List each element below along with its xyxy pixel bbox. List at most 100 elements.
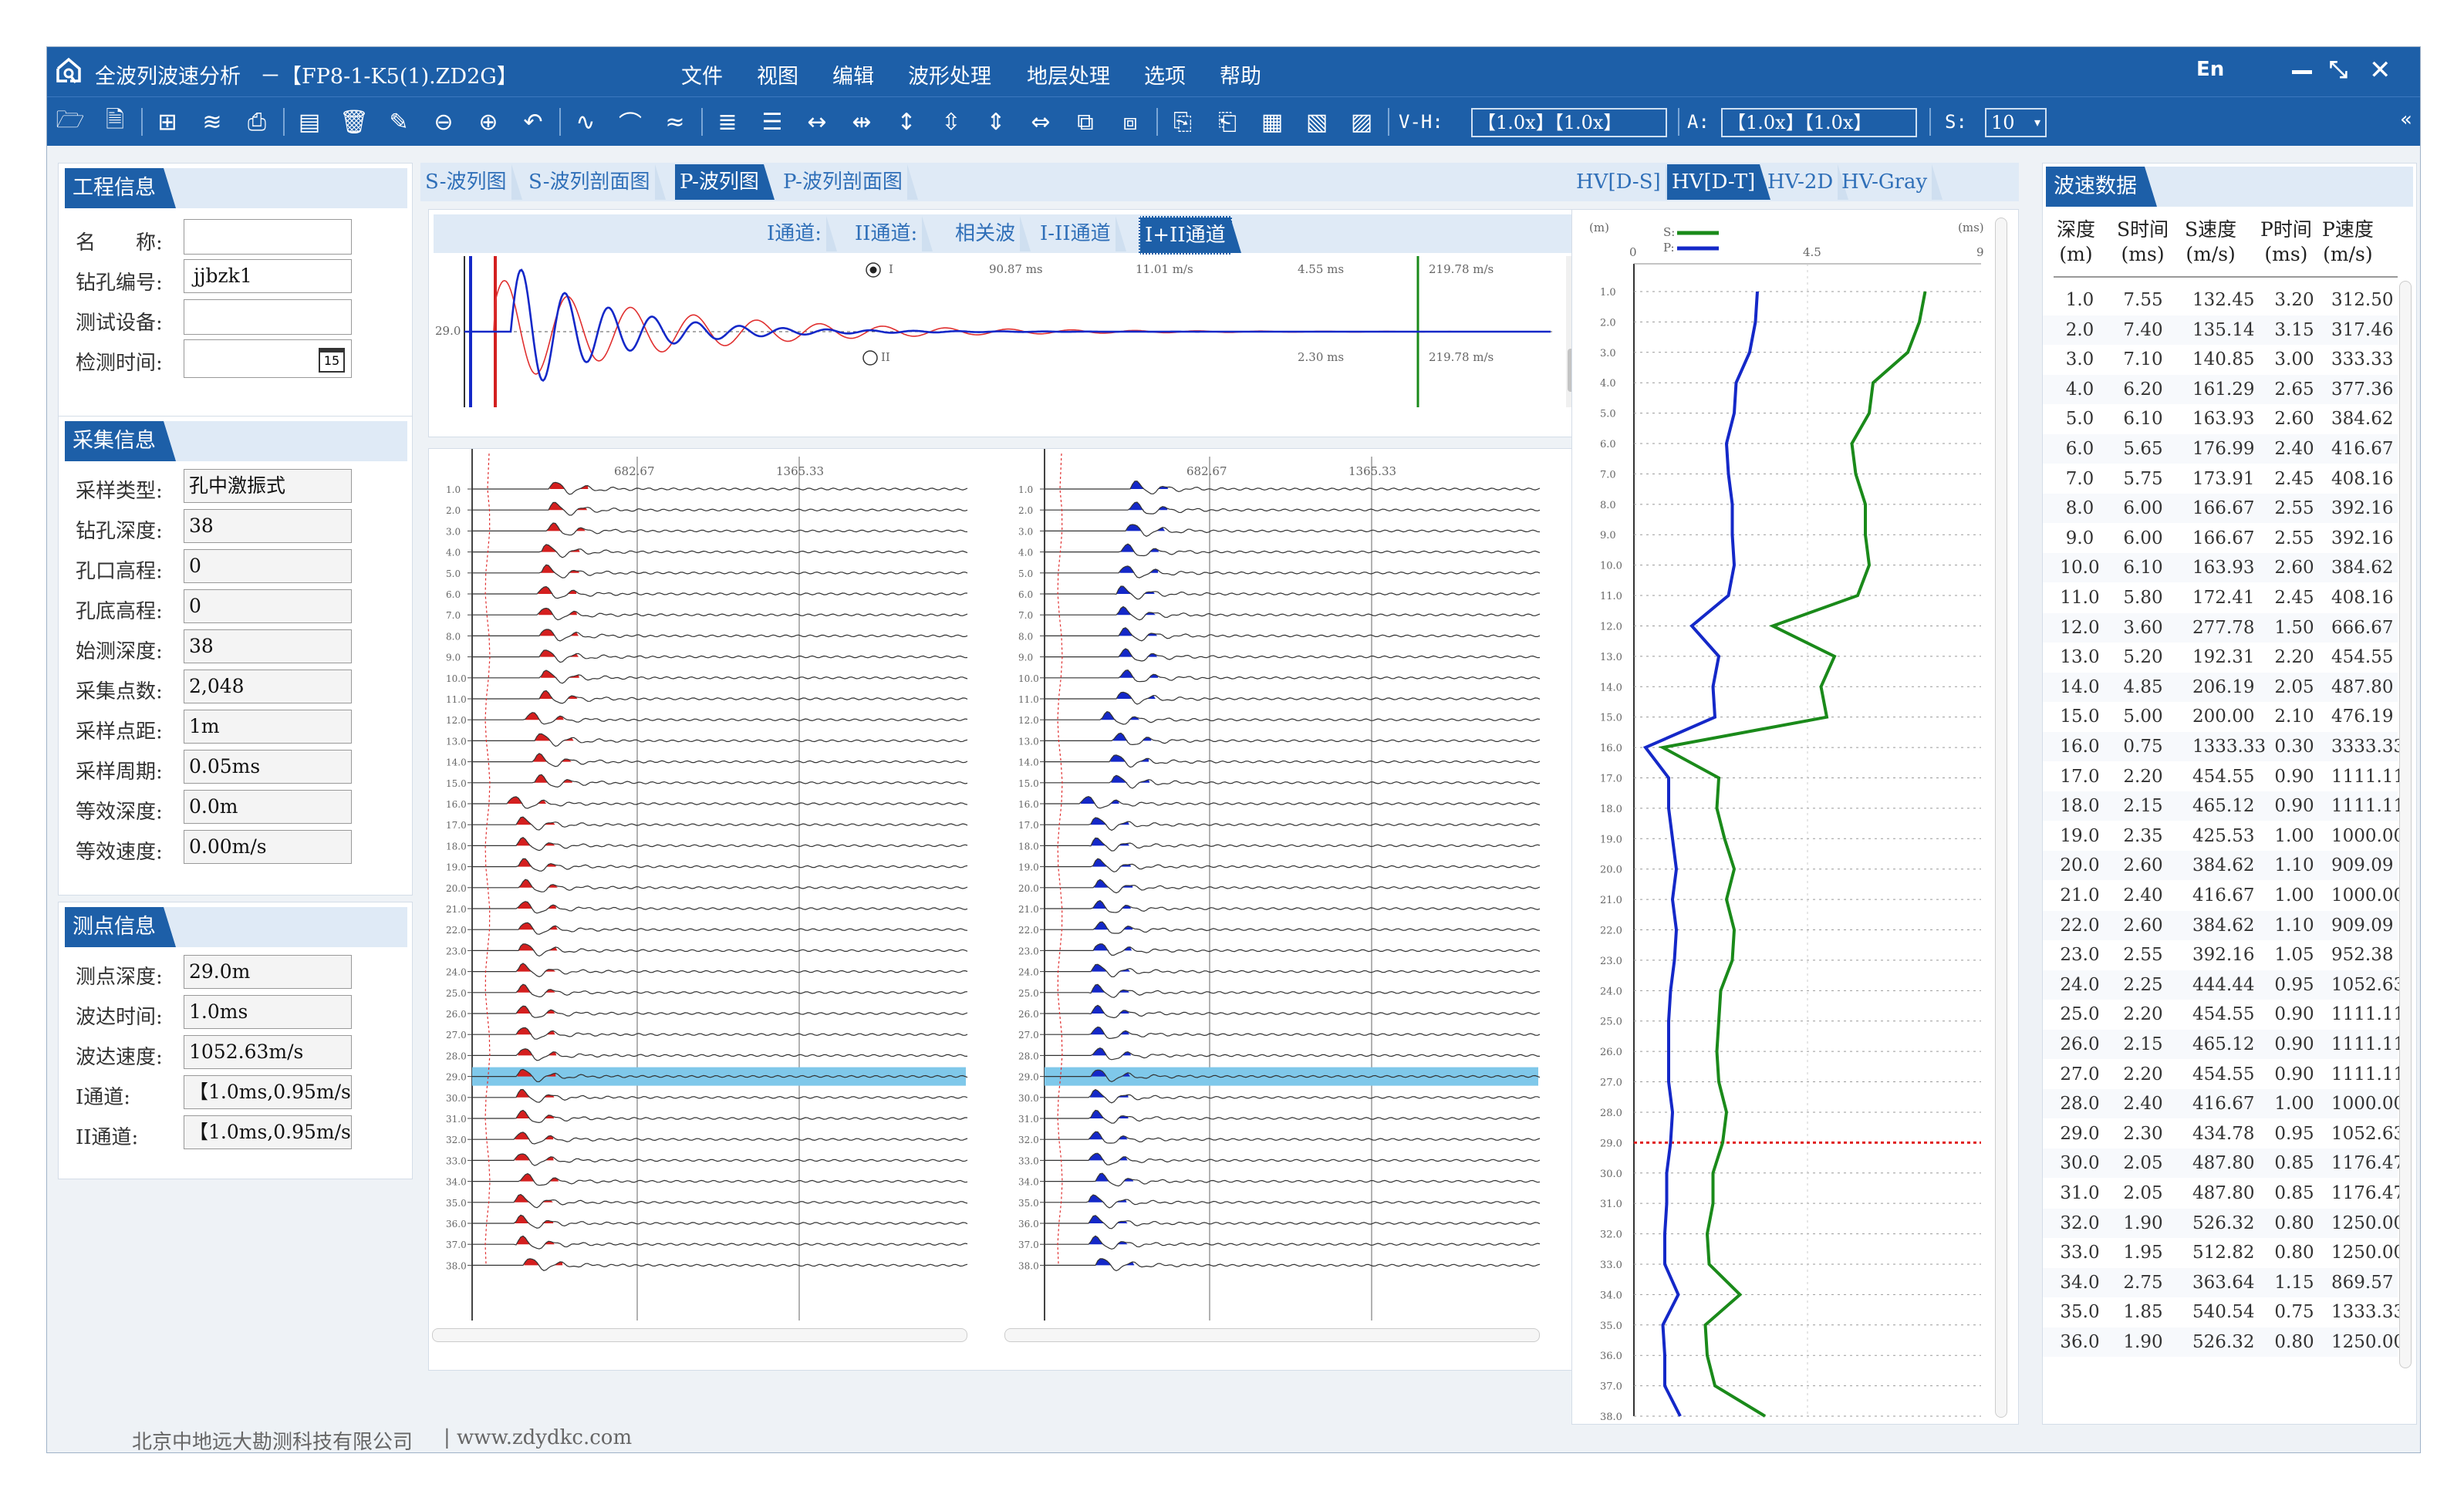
- table-row[interactable]: 8.0 6.00 166.67 2.55 392.16: [2043, 494, 2398, 524]
- table-row[interactable]: 23.0 2.55 392.16 1.05 952.38: [2043, 940, 2398, 970]
- wave-trace[interactable]: [472, 1048, 967, 1061]
- wave-trace[interactable]: [1045, 899, 1541, 913]
- wave-trace[interactable]: [1045, 963, 1541, 977]
- tab-p-wave-profile[interactable]: P-波列剖面图: [778, 164, 918, 200]
- paste-window-icon[interactable]: ⧈: [1113, 106, 1147, 137]
- acq-row-field[interactable]: 0: [184, 589, 352, 623]
- expand-v-icon[interactable]: ↕: [889, 106, 923, 137]
- table-row[interactable]: 31.0 2.05 487.80 0.85 1176.47: [2043, 1179, 2405, 1208]
- wave-trace[interactable]: [472, 983, 968, 998]
- tab-s-wave-profile[interactable]: S-波列剖面图: [524, 164, 666, 200]
- tab-p-wave[interactable]: P-波列图: [675, 164, 775, 200]
- hv-chart[interactable]: (m) (ms) 0 4.5 9 S: P: 1.0 2.0 3.0 4.0 5.0 6.0 7.0 8.0…: [1572, 210, 1989, 1425]
- point-row-field[interactable]: 【1.0ms,0.95m/s: [184, 1075, 352, 1109]
- menu-options[interactable]: 选项: [1144, 59, 1186, 89]
- language-toggle[interactable]: En: [2196, 58, 2224, 81]
- wave-trace[interactable]: [472, 796, 968, 809]
- tab-i-plus-ii[interactable]: I+II通道: [1139, 216, 1241, 255]
- tab-i-minus-ii[interactable]: I-II通道: [1035, 216, 1126, 251]
- menu-wave-process[interactable]: 波形处理: [908, 59, 991, 89]
- wave-trace[interactable]: [1045, 710, 1541, 725]
- wave-trace[interactable]: [1045, 543, 1541, 557]
- point-row-field[interactable]: 1052.63m/s: [184, 1035, 352, 1069]
- wave-trace[interactable]: [472, 1153, 968, 1166]
- wave-trace[interactable]: [1045, 627, 1541, 642]
- calendar-icon[interactable]: 15: [319, 348, 345, 373]
- wave-trace[interactable]: [1045, 565, 1541, 578]
- wave-left-scrollbar[interactable]: [432, 1328, 967, 1342]
- compress-h-icon[interactable]: ⇹: [845, 106, 879, 137]
- table-row[interactable]: 18.0 2.15 465.12 0.90 1111.11: [2043, 791, 2405, 821]
- table-row[interactable]: 25.0 2.20 454.55 0.90 1111.11: [2043, 1000, 2405, 1029]
- s-select[interactable]: 10 ▾: [1985, 108, 2047, 137]
- compress-v-icon[interactable]: ⇳: [934, 106, 968, 137]
- wave-trace[interactable]: [1045, 1004, 1541, 1019]
- wave-trace[interactable]: [1045, 524, 1541, 537]
- open-folder-icon[interactable]: 🗁: [53, 106, 87, 137]
- wave-trace[interactable]: [1045, 648, 1541, 662]
- table-row[interactable]: 34.0 2.75 363.64 1.15 869.57: [2043, 1267, 2398, 1297]
- menu-view[interactable]: 视图: [757, 59, 798, 89]
- wave-trace[interactable]: [1045, 481, 1541, 494]
- print-icon[interactable]: ⎙: [240, 106, 274, 137]
- tab-hv-ds[interactable]: HV[D-S]: [1571, 164, 1676, 200]
- website-link[interactable]: | www.zdydkc.com: [444, 1426, 632, 1449]
- undo-icon[interactable]: ↶: [516, 106, 550, 137]
- acq-row-field[interactable]: 0: [184, 549, 352, 583]
- point-row-field[interactable]: 29.0m: [184, 955, 352, 989]
- wave-trace[interactable]: [1045, 795, 1541, 809]
- minimize-icon[interactable]: [2292, 70, 2312, 74]
- table-row[interactable]: 36.0 1.90 526.32 0.80 1250.00: [2043, 1327, 2405, 1357]
- wave-trace[interactable]: [1045, 1109, 1541, 1124]
- wave-trace[interactable]: [1045, 943, 1541, 956]
- wave-trace[interactable]: [1045, 1172, 1541, 1187]
- wave-trace[interactable]: [472, 858, 968, 872]
- date-input[interactable]: 15: [184, 339, 352, 378]
- table-row[interactable]: 14.0 4.85 206.19 2.05 487.80: [2043, 672, 2398, 702]
- wave-trace[interactable]: [1045, 1026, 1541, 1040]
- table-row[interactable]: 33.0 1.95 512.82 0.80 1250.00: [2043, 1238, 2405, 1267]
- wave-trace[interactable]: [472, 501, 968, 516]
- tab-hv-gray[interactable]: HV-Gray: [1837, 164, 1943, 200]
- copy-window-icon[interactable]: ⧉: [1068, 106, 1102, 137]
- tab-channel-ii[interactable]: II通道:: [850, 216, 933, 251]
- table-row[interactable]: 6.0 5.65 176.99 2.40 416.67: [2043, 434, 2398, 464]
- wave-trace[interactable]: [472, 1172, 968, 1186]
- table-row[interactable]: 15.0 5.00 200.00 2.10 476.19: [2043, 702, 2398, 731]
- wave-trace[interactable]: [1045, 670, 1541, 683]
- restore-icon[interactable]: ⤡: [2329, 56, 2348, 83]
- table-row[interactable]: 13.0 5.20 192.31 2.20 454.55: [2043, 643, 2398, 672]
- hole-input[interactable]: jjbzk1: [184, 259, 352, 293]
- wave-trace[interactable]: [1045, 1258, 1541, 1272]
- vh-scale-field[interactable]: 【1.0x】【1.0x】: [1471, 108, 1667, 137]
- wave-trace[interactable]: [1045, 1235, 1541, 1250]
- close-icon[interactable]: ✕: [2369, 55, 2391, 86]
- wave-trace[interactable]: [1045, 983, 1541, 998]
- curve-icon[interactable]: ⌒: [613, 106, 647, 138]
- fit-v-icon[interactable]: ⇕: [979, 106, 1013, 137]
- acq-row-field[interactable]: 0.0m: [184, 790, 352, 824]
- acq-row-field[interactable]: 38: [184, 509, 352, 543]
- table-row[interactable]: 26.0 2.15 465.12 0.90 1111.11: [2043, 1030, 2405, 1059]
- collapse-icon[interactable]: «: [2400, 108, 2412, 131]
- table-row[interactable]: 17.0 2.20 454.55 0.90 1111.11: [2043, 762, 2405, 791]
- table-row[interactable]: 32.0 1.90 526.32 0.80 1250.00: [2043, 1208, 2405, 1238]
- wave-trace[interactable]: [1045, 837, 1541, 852]
- wave-trace[interactable]: [1045, 1047, 1540, 1061]
- wave-trace[interactable]: [472, 836, 968, 852]
- menu-file[interactable]: 文件: [681, 59, 723, 89]
- wave-trace[interactable]: [472, 1109, 968, 1124]
- tab-hv-2d[interactable]: HV-2D: [1763, 164, 1849, 200]
- a-scale-field[interactable]: 【1.0x】【1.0x】: [1721, 108, 1917, 137]
- table-row[interactable]: 3.0 7.10 140.85 3.00 333.33: [2043, 345, 2398, 374]
- edit-doc-icon[interactable]: ✎: [382, 106, 416, 137]
- acq-row-field[interactable]: 2,048: [184, 670, 352, 703]
- table-row[interactable]: 9.0 6.00 166.67 2.55 392.16: [2043, 524, 2398, 553]
- wave-trace[interactable]: [472, 943, 968, 957]
- table-row[interactable]: 29.0 2.30 434.78 0.95 1052.63: [2043, 1119, 2405, 1149]
- save-icon[interactable]: 🗎: [98, 106, 132, 137]
- speed-table-scrollbar[interactable]: [2399, 281, 2412, 1368]
- wave-trace[interactable]: [1045, 921, 1541, 934]
- wave-trace[interactable]: [1045, 1131, 1541, 1144]
- tab-s-wave[interactable]: S-波列图: [420, 164, 522, 200]
